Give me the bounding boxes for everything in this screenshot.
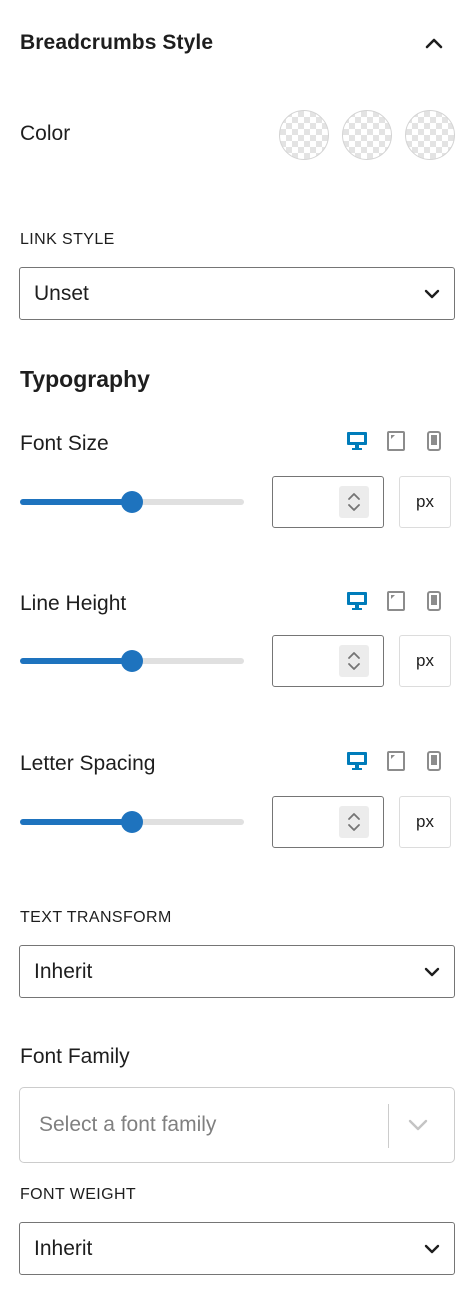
font-size-input[interactable] [272, 476, 384, 528]
font-family-placeholder: Select a font family [39, 1113, 217, 1136]
panel-title: Breadcrumbs Style [20, 31, 214, 54]
link-style-label: LINK STYLE [20, 231, 115, 248]
font-family-select[interactable]: Select a font family [19, 1087, 455, 1163]
stepper-arrows-icon [348, 652, 360, 670]
chevron-up-icon [425, 38, 443, 49]
tablet-icon[interactable] [385, 430, 407, 452]
color-swatch-3[interactable] [405, 110, 455, 160]
line-height-label: Line Height [20, 592, 127, 615]
line-height-unit-button[interactable]: px [399, 635, 451, 687]
font-weight-select[interactable]: Inherit [19, 1222, 455, 1275]
mobile-icon[interactable] [423, 750, 445, 772]
tablet-icon[interactable] [385, 590, 407, 612]
typography-heading: Typography [20, 366, 150, 392]
font-family-label: Font Family [20, 1045, 130, 1068]
mobile-icon[interactable] [423, 430, 445, 452]
color-label: Color [20, 122, 71, 145]
stepper-arrows-icon [348, 493, 360, 511]
text-transform-select[interactable]: Inherit [19, 945, 455, 998]
tablet-icon[interactable] [385, 750, 407, 772]
font-weight-label: FONT WEIGHT [20, 1186, 137, 1203]
line-height-stepper[interactable] [339, 645, 369, 677]
combo-separator [388, 1104, 389, 1148]
letter-spacing-slider[interactable] [20, 810, 244, 834]
text-transform-value: Inherit [34, 959, 93, 983]
letter-spacing-label: Letter Spacing [20, 752, 156, 775]
letter-spacing-stepper[interactable] [339, 806, 369, 838]
font-size-unit-button[interactable]: px [399, 476, 451, 528]
stepper-arrows-icon [348, 813, 360, 831]
font-size-stepper[interactable] [339, 486, 369, 518]
desktop-icon[interactable] [346, 750, 368, 772]
mobile-icon[interactable] [423, 590, 445, 612]
letter-spacing-unit-button[interactable]: px [399, 796, 451, 848]
color-swatch-2[interactable] [342, 110, 392, 160]
font-weight-value: Inherit [34, 1236, 93, 1260]
link-style-select[interactable]: Unset [19, 267, 455, 320]
chevron-down-icon [424, 289, 440, 298]
letter-spacing-slider-thumb[interactable] [121, 811, 143, 833]
line-height-slider-thumb[interactable] [121, 650, 143, 672]
line-height-input[interactable] [272, 635, 384, 687]
font-size-slider[interactable] [20, 490, 244, 514]
line-height-slider[interactable] [20, 649, 244, 673]
chevron-down-icon[interactable] [406, 1115, 430, 1135]
font-size-slider-thumb[interactable] [121, 491, 143, 513]
font-size-label: Font Size [20, 432, 109, 455]
desktop-icon[interactable] [346, 430, 368, 452]
desktop-icon[interactable] [346, 590, 368, 612]
letter-spacing-input[interactable] [272, 796, 384, 848]
link-style-value: Unset [34, 281, 89, 305]
color-swatch-1[interactable] [279, 110, 329, 160]
text-transform-label: TEXT TRANSFORM [20, 909, 172, 926]
chevron-down-icon [424, 1244, 440, 1253]
collapse-panel-button[interactable] [417, 26, 451, 60]
chevron-down-icon [424, 967, 440, 976]
